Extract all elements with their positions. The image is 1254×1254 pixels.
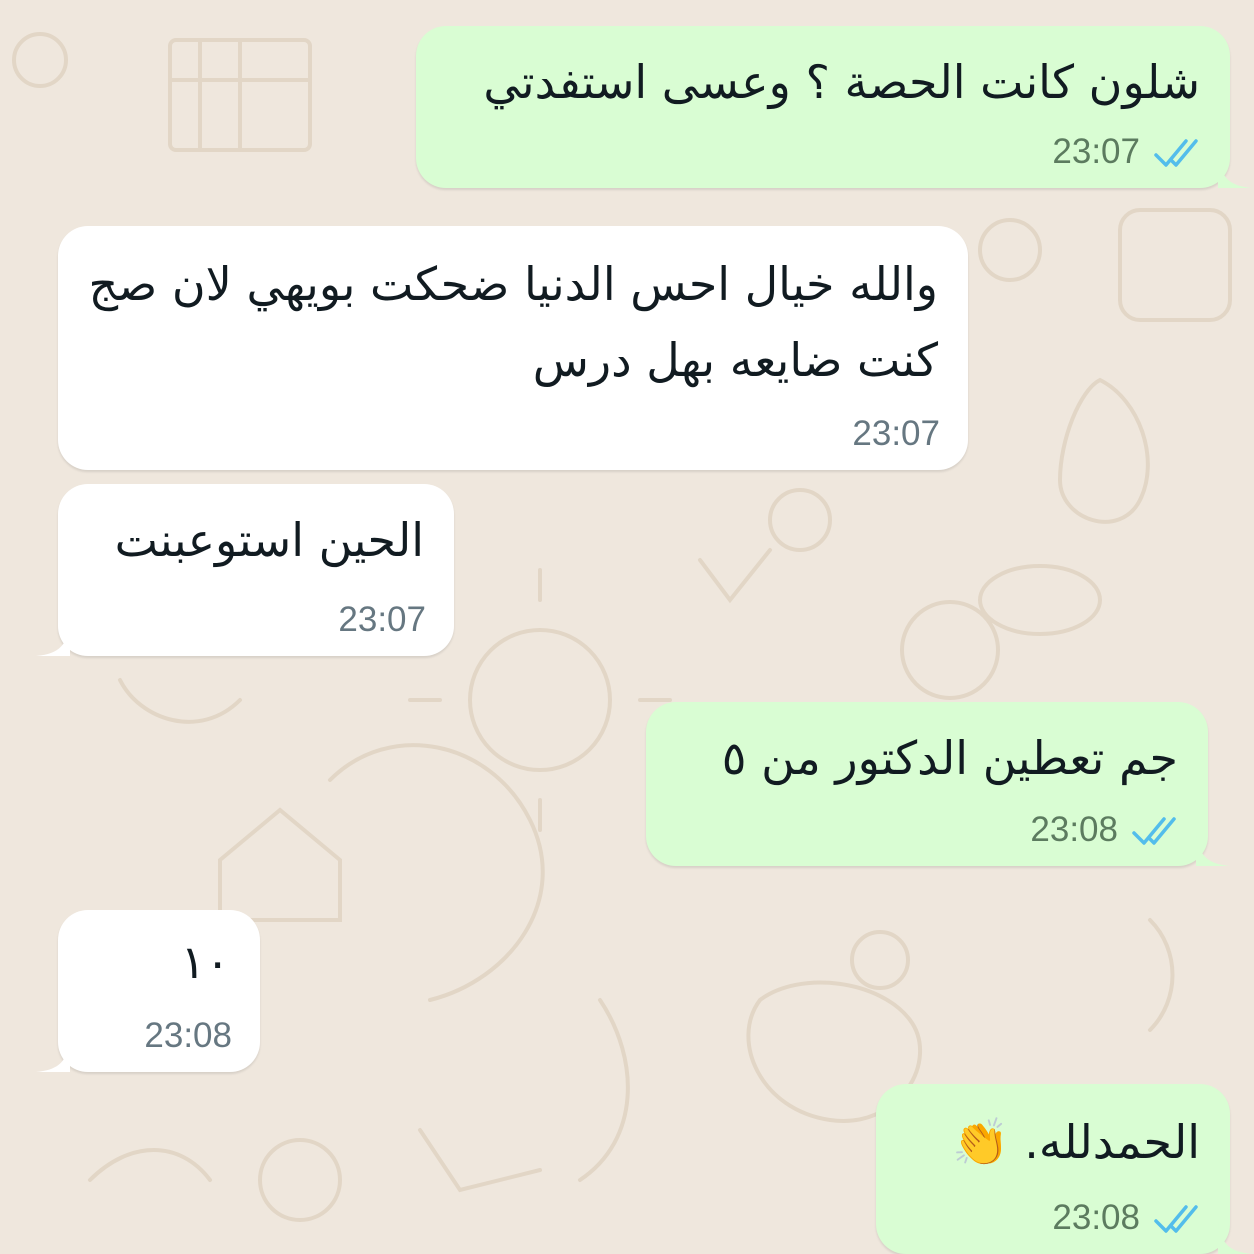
message-time: 23:08 [1030,810,1118,849]
message-time: 23:07 [338,600,426,639]
message-bubble-outgoing[interactable]: شلون كانت الحصة ؟ وعسى استفدتي 23:07 [416,26,1252,188]
message-text: ١٠ [180,935,230,989]
message-text: والله خيال احس الدنيا ضحكت بويهي لان صج … [73,257,938,387]
message-bubble-incoming[interactable]: الحين استوعبنت 23:07 [36,484,454,656]
message-bubble-outgoing[interactable]: الحمدلله. 👏 23:08 [876,1084,1252,1254]
double-check-icon [1154,1205,1198,1233]
bubble-tail [1218,158,1252,188]
message-bubble-incoming[interactable]: والله خيال احس الدنيا ضحكت بويهي لان صج … [58,226,968,470]
message-time: 23:07 [852,414,940,453]
double-check-icon [1132,817,1176,845]
message-time: 23:07 [1052,132,1140,171]
bubble-tail [1196,836,1230,866]
double-check-icon [1154,139,1198,167]
message-text: جم تعطين الدكتور من ٥ [721,731,1178,785]
bubble-tail [36,626,70,656]
message-time: 23:08 [144,1016,232,1055]
message-time: 23:08 [1052,1198,1140,1237]
message-text: الحين استوعبنت [114,513,424,567]
bubble-tail [1218,1224,1252,1254]
message-bubble-outgoing[interactable]: جم تعطين الدكتور من ٥ 23:08 [646,702,1230,866]
bubble-tail [36,1042,70,1072]
message-text: شلون كانت الحصة ؟ وعسى استفدتي [483,55,1200,109]
message-text: الحمدلله. 👏 [952,1115,1200,1169]
message-bubble-incoming[interactable]: ١٠ 23:08 [36,910,260,1072]
